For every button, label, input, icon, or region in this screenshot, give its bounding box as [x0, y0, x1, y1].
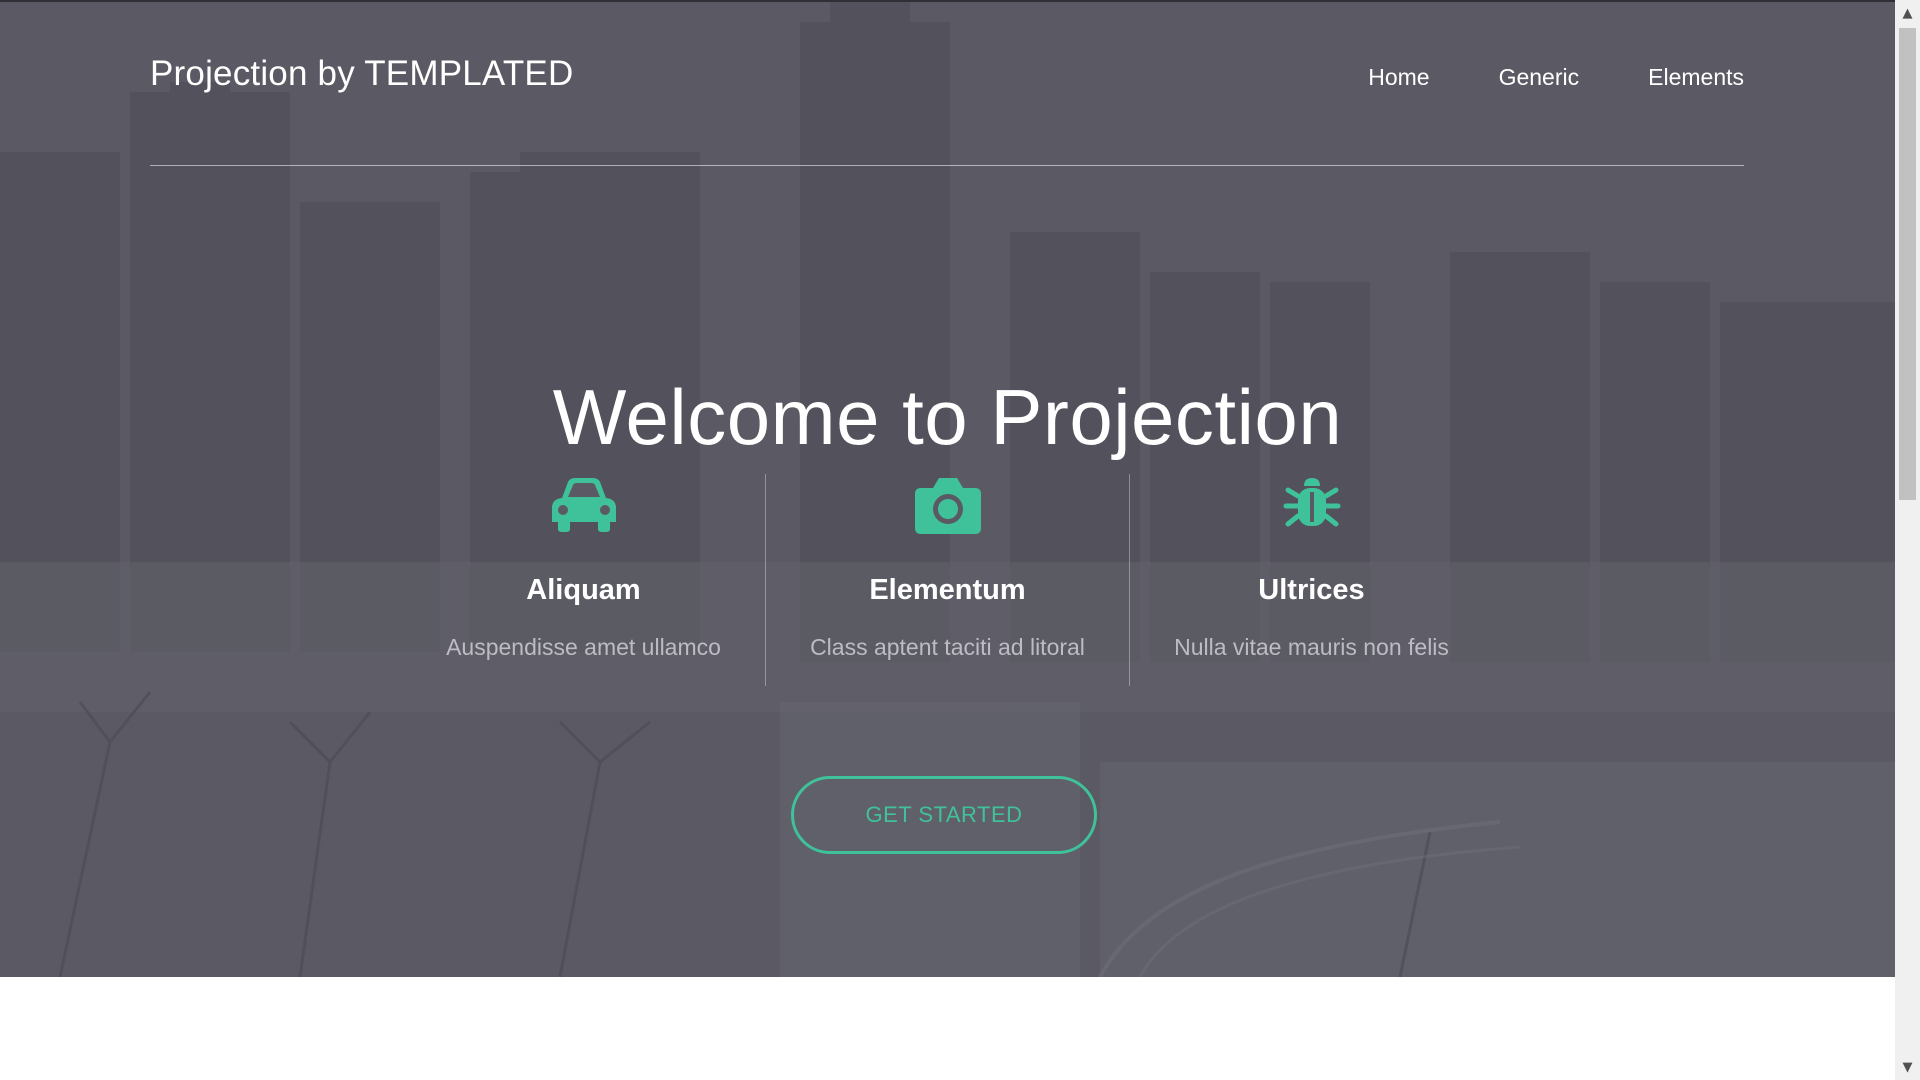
chevron-up-icon[interactable]: ▲ [1895, 2, 1920, 24]
feature-list: Aliquam Auspendisse amet ullamco Element… [402, 474, 1493, 686]
feature-title: Aliquam [526, 574, 641, 606]
nav-generic[interactable]: Generic [1499, 64, 1580, 91]
feature-title: Ultrices [1258, 574, 1365, 606]
camera-icon [766, 474, 1129, 534]
feature-title: Elementum [869, 574, 1026, 606]
site-header: Projection by TEMPLATED Home Generic Ele… [150, 2, 1744, 166]
chevron-down-icon[interactable]: ▼ [1895, 1056, 1920, 1078]
car-icon [402, 474, 765, 534]
page: Projection by TEMPLATED Home Generic Ele… [0, 0, 1895, 1080]
feature-aliquam: Aliquam Auspendisse amet ullamco [402, 474, 765, 686]
feature-text: Nulla vitae mauris non felis [1174, 634, 1449, 660]
site-logo[interactable]: Projection by TEMPLATED [150, 54, 573, 94]
vertical-scrollbar[interactable]: ▲ ▼ [1895, 0, 1920, 1080]
get-started-button[interactable]: GET STARTED [791, 776, 1097, 854]
nav-elements[interactable]: Elements [1648, 64, 1744, 91]
feature-text: Class aptent taciti ad litoral [810, 634, 1085, 660]
hero-title: Welcome to Projection [552, 373, 1343, 462]
main-nav: Home Generic Elements [1299, 64, 1744, 91]
feature-text: Auspendisse amet ullamco [446, 634, 721, 660]
nav-home[interactable]: Home [1368, 64, 1429, 91]
scroll-thumb[interactable] [1899, 28, 1916, 500]
feature-ultrices: Ultrices Nulla vitae mauris non felis [1129, 474, 1493, 686]
feature-elementum: Elementum Class aptent taciti ad litoral [765, 474, 1129, 686]
bug-icon [1130, 474, 1493, 534]
hero-banner: Projection by TEMPLATED Home Generic Ele… [0, 2, 1895, 977]
